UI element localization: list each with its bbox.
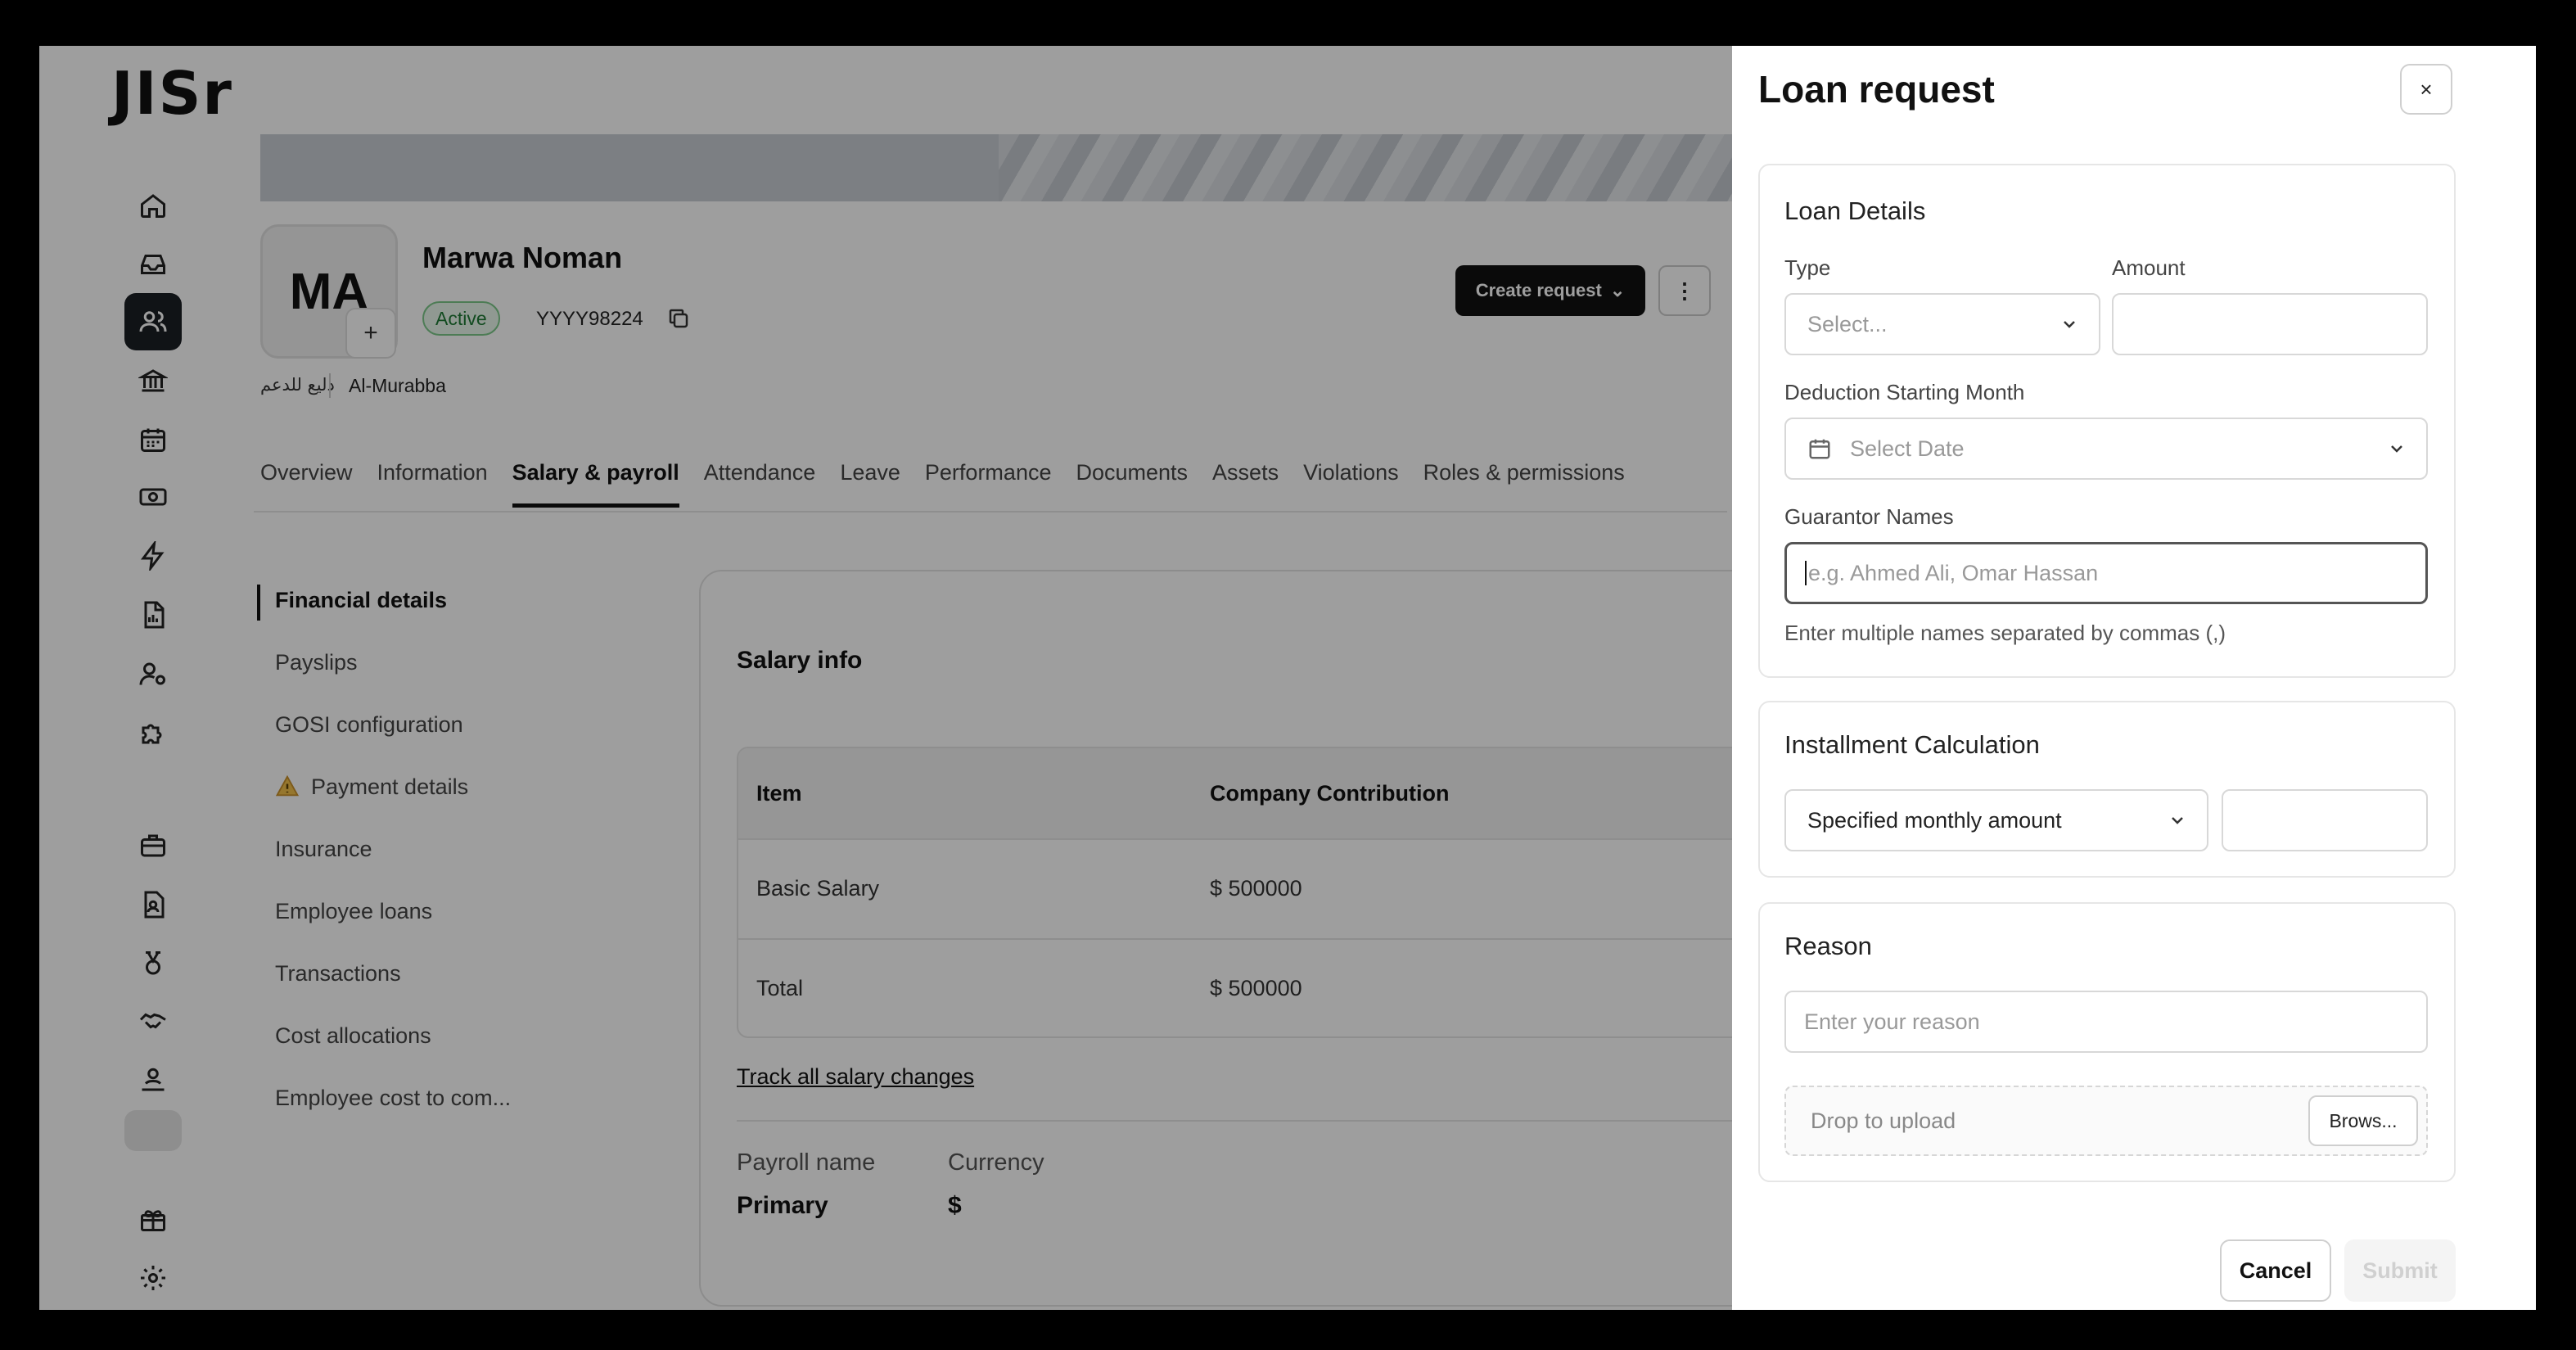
close-icon: ×: [2420, 76, 2433, 102]
loan-details-section: Loan Details Type Select... Amount Deduc…: [1758, 164, 2456, 678]
file-dropzone[interactable]: Drop to upload Brows...: [1784, 1086, 2428, 1156]
section-title: Loan Details: [1784, 196, 1926, 225]
select-placeholder: Select...: [1807, 311, 1888, 336]
deduction-date-picker[interactable]: Select Date: [1784, 418, 2428, 480]
calendar-icon: [1807, 436, 1832, 461]
reason-section: Reason Enter your reason Drop to upload …: [1758, 902, 2456, 1182]
guarantor-helper-text: Enter multiple names separated by commas…: [1784, 621, 2226, 645]
browse-button[interactable]: Brows...: [2308, 1095, 2418, 1146]
reason-input[interactable]: Enter your reason: [1784, 991, 2428, 1053]
installment-section: Installment Calculation Specified monthl…: [1758, 701, 2456, 878]
app-window: JISr MA + Marwa Noman Active YYYY98224 د…: [39, 46, 2536, 1310]
type-label: Type: [1784, 255, 1831, 280]
loan-request-drawer: Loan request × Loan Details Type Select.…: [1732, 46, 2536, 1310]
section-title: Reason: [1784, 932, 1872, 960]
cancel-button[interactable]: Cancel: [2220, 1239, 2331, 1302]
amount-input[interactable]: [2112, 293, 2428, 355]
deduction-month-label: Deduction Starting Month: [1784, 380, 2025, 404]
guarantor-input[interactable]: e.g. Ahmed Ali, Omar Hassan: [1784, 542, 2428, 604]
date-placeholder: Select Date: [1850, 436, 1965, 461]
chevron-down-icon: [2387, 439, 2407, 458]
guarantor-label: Guarantor Names: [1784, 504, 1954, 529]
installment-amount-input[interactable]: [2222, 789, 2428, 851]
type-select[interactable]: Select...: [1784, 293, 2100, 355]
close-button[interactable]: ×: [2400, 64, 2452, 115]
drawer-title: Loan request: [1758, 68, 1995, 111]
amount-label: Amount: [2112, 255, 2186, 280]
submit-button[interactable]: Submit: [2344, 1239, 2456, 1302]
input-placeholder: Enter your reason: [1804, 1009, 1980, 1034]
section-title: Installment Calculation: [1784, 730, 2040, 759]
input-placeholder: e.g. Ahmed Ali, Omar Hassan: [1808, 560, 2099, 585]
dropzone-text: Drop to upload: [1811, 1108, 1956, 1133]
chevron-down-icon: [2059, 314, 2079, 334]
select-value: Specified monthly amount: [1807, 807, 2062, 833]
chevron-down-icon: [2168, 810, 2187, 830]
installment-method-select[interactable]: Specified monthly amount: [1784, 789, 2208, 851]
text-cursor: [1805, 561, 1807, 585]
